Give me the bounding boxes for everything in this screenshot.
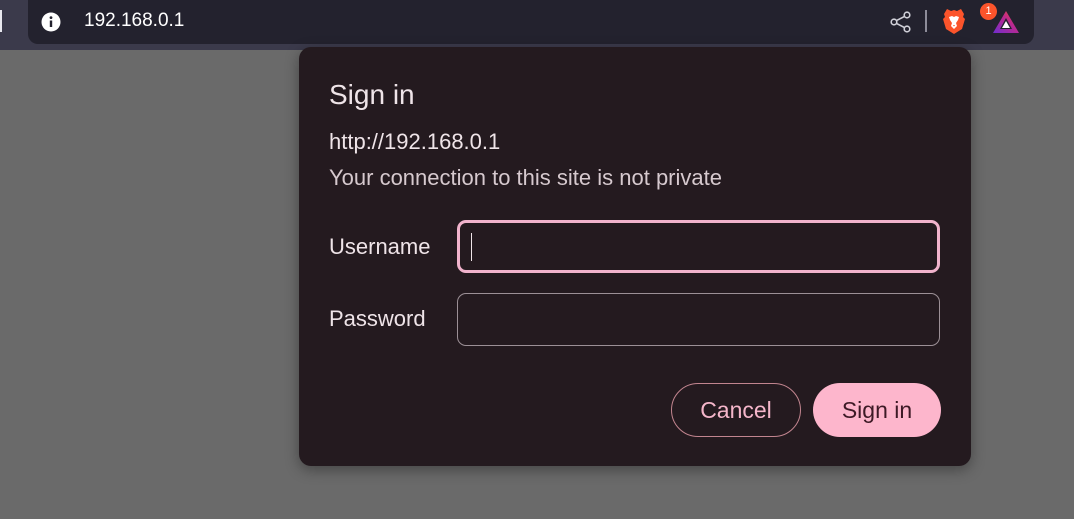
browser-toolbar: 192.168.0.1 1 [0,0,1074,50]
cancel-button[interactable]: Cancel [671,383,801,437]
url-text[interactable]: 192.168.0.1 [84,10,184,32]
password-label: Password [329,306,426,331]
brave-shields-icon[interactable] [942,8,966,35]
dialog-title: Sign in [329,79,415,110]
connection-warning: Your connection to this site is not priv… [329,165,722,190]
toolbar-divider [925,10,927,32]
info-icon[interactable] [41,12,61,32]
share-icon[interactable] [889,10,913,34]
sign-in-button[interactable]: Sign in [813,383,941,437]
rewards-badge: 1 [980,3,997,20]
address-bar[interactable]: 192.168.0.1 [28,0,1034,44]
username-label: Username [329,234,431,259]
username-input[interactable] [457,220,940,273]
sign-in-dialog: Sign in http://192.168.0.1 Your connecti… [299,47,971,466]
password-input[interactable] [457,293,940,346]
text-caret [471,233,472,261]
dialog-origin: http://192.168.0.1 [329,129,501,154]
tab-edge [0,10,2,32]
